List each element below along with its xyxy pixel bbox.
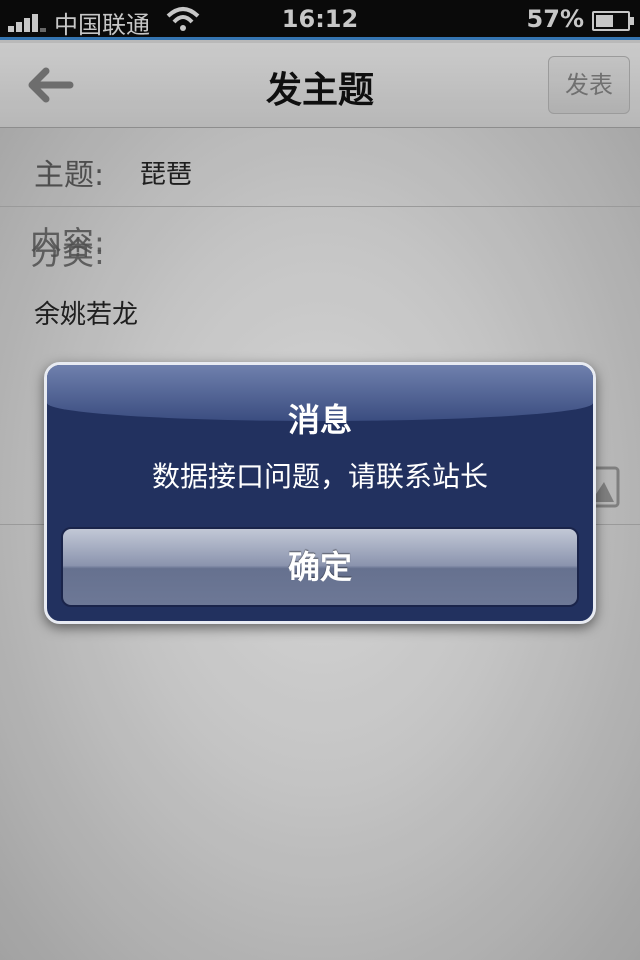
alert-dialog: 消息 数据接口问题，请联系站长 确定 — [44, 362, 596, 624]
alert-message: 数据接口问题，请联系站长 — [151, 460, 488, 493]
confirm-button[interactable]: 确定 — [61, 527, 579, 607]
alert-title: 消息 — [287, 401, 352, 439]
